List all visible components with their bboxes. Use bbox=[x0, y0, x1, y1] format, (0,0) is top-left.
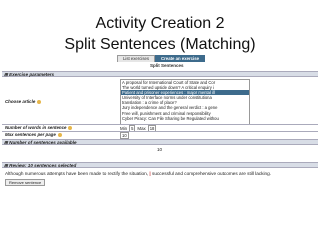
choose-article-label: Choose article bbox=[5, 99, 36, 104]
review-label: Review: 10 sentences selected bbox=[9, 163, 77, 168]
tab-create-exercise[interactable]: Create an exercise bbox=[155, 55, 206, 62]
tab-bar: List exercises Create an exercise bbox=[117, 55, 206, 62]
sentences-available-count: 10 bbox=[157, 147, 163, 152]
exercise-parameters-header[interactable]: ⊞ Exercise parameters bbox=[2, 71, 318, 77]
sentences-row-label: Max sentences per page bbox=[5, 132, 62, 138]
article-list[interactable]: A proposal for International Court of St… bbox=[120, 79, 250, 125]
tab-list-exercises[interactable]: List exercises bbox=[117, 55, 156, 62]
choose-article-row-label: Choose article bbox=[5, 99, 42, 105]
words-row-label: Number of words in sentence bbox=[5, 125, 73, 131]
sentences-available-header[interactable]: ⊞ Number of sentences available bbox=[2, 139, 318, 145]
help-icon[interactable] bbox=[57, 132, 62, 137]
words-label: Number of words in sentence bbox=[5, 125, 67, 130]
collapse-icon[interactable]: ⊞ bbox=[4, 72, 8, 77]
sentence-right-part: successful and comprehensive outcomes ar… bbox=[152, 171, 272, 176]
review-header[interactable]: ⊞ Review: 10 sentences selected bbox=[2, 162, 318, 168]
split-marker[interactable]: | bbox=[149, 171, 150, 176]
sentences-label: Max sentences per page bbox=[5, 132, 56, 137]
slide-title-line2: Split Sentences (Matching) bbox=[64, 36, 256, 53]
max-sentences-select[interactable]: 10 bbox=[120, 132, 129, 139]
sentence-split: Although numerous attempts have been mad… bbox=[5, 171, 271, 177]
article-option[interactable]: Cyber Piracy: Can File Sharing be Regula… bbox=[121, 116, 249, 121]
sentence-left-part: Although numerous attempts have been mad… bbox=[5, 171, 149, 176]
collapse-icon[interactable]: ⊞ bbox=[4, 140, 8, 145]
slide-title-line1: Activity Creation 2 bbox=[95, 15, 225, 32]
sentences-row: 10 bbox=[120, 132, 129, 139]
sentences-available-label: Number of sentences available bbox=[9, 140, 77, 145]
help-icon[interactable] bbox=[37, 99, 42, 104]
screenshot-panel: List exercises Create an exercise Split … bbox=[2, 55, 318, 186]
exercise-parameters-label: Exercise parameters bbox=[9, 72, 55, 77]
page-subheading: Split Sentences bbox=[150, 63, 184, 68]
collapse-icon[interactable]: ⊞ bbox=[4, 163, 8, 168]
remove-sentence-button[interactable]: Remove sentence bbox=[5, 179, 46, 186]
help-icon[interactable] bbox=[68, 125, 73, 130]
